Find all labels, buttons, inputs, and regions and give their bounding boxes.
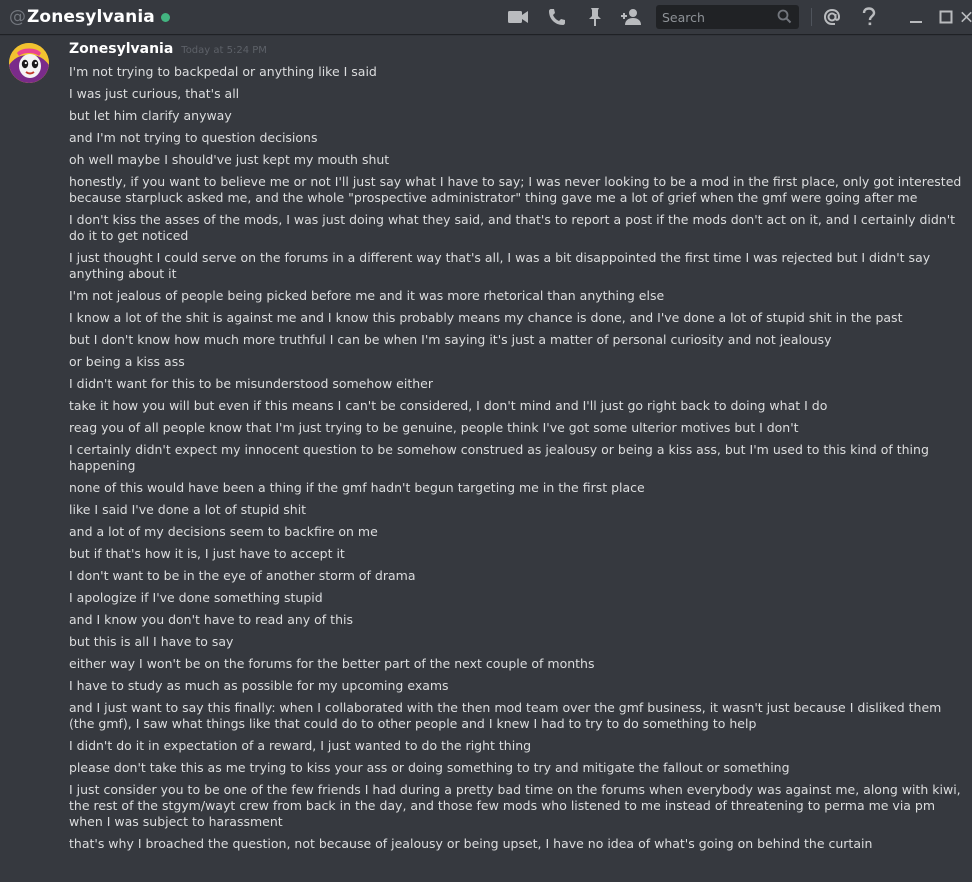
maximize-icon[interactable] — [934, 5, 958, 29]
message-line: I'm not jealous of people being picked b… — [69, 288, 665, 303]
message-line: but I don't know how much more truthful … — [69, 332, 832, 347]
pin-icon[interactable] — [583, 5, 607, 29]
search-input[interactable] — [656, 9, 774, 25]
message-line: but if that's how it is, I just have to … — [69, 546, 345, 561]
author-name[interactable]: Zonesylvania — [69, 41, 173, 57]
message-line: I certainly didn't expect my innocent qu… — [69, 442, 929, 473]
minimize-icon[interactable] — [904, 5, 928, 29]
search-box[interactable] — [656, 5, 799, 29]
message-line: I just thought I could serve on the foru… — [69, 250, 931, 281]
message-line: I apologize if I've done something stupi… — [69, 590, 323, 605]
message-line: I didn't do it in expectation of a rewar… — [69, 738, 532, 753]
close-icon[interactable] — [961, 5, 972, 29]
message-list[interactable]: Zonesylvania Today at 5:24 PM I'm not tr… — [0, 34, 972, 882]
message-line: I just consider you to be one of the few… — [69, 782, 961, 829]
message-line: please don't take this as me trying to k… — [69, 760, 790, 775]
message-line: oh well maybe I should've just kept my m… — [69, 152, 390, 167]
voice-call-icon[interactable] — [545, 5, 569, 29]
message-line: but let him clarify anyway — [69, 108, 232, 123]
message-line: I don't want to be in the eye of another… — [69, 568, 416, 583]
message-line: I was just curious, that's all — [69, 86, 240, 101]
message-content-list: I'm not trying to backpedal or anything … — [69, 64, 964, 858]
message-line: I didn't want for this to be misundersto… — [69, 376, 433, 391]
message-line: and a lot of my decisions seem to backfi… — [69, 524, 378, 539]
message-line: none of this would have been a thing if … — [69, 480, 645, 495]
help-icon[interactable] — [857, 5, 881, 29]
channel-name[interactable]: Zonesylvania — [27, 7, 155, 27]
message-line: and I know you don't have to read any of… — [69, 612, 353, 627]
message-timestamp: Today at 5:24 PM — [181, 45, 267, 56]
message-line: honestly, if you want to believe me or n… — [69, 174, 962, 205]
message-line: I don't kiss the asses of the mods, I wa… — [69, 212, 956, 243]
at-symbol: @ — [9, 7, 26, 27]
message-line: reag you of all people know that I'm jus… — [69, 420, 799, 435]
mention-icon[interactable] — [820, 5, 844, 29]
avatar[interactable] — [9, 43, 49, 83]
message-line: and I just want to say this finally: whe… — [69, 700, 942, 731]
online-status-icon — [160, 13, 170, 22]
channel-header: @ Zonesylvania — [0, 0, 972, 34]
video-call-icon[interactable] — [506, 5, 530, 29]
header-divider — [811, 8, 812, 26]
message-line: either way I won't be on the forums for … — [69, 656, 595, 671]
message-line: take it how you will but even if this me… — [69, 398, 828, 413]
add-friend-icon[interactable] — [620, 5, 644, 29]
message-line: that's why I broached the question, not … — [69, 836, 873, 851]
message-line: I know a lot of the shit is against me a… — [69, 310, 903, 325]
message-header: Zonesylvania Today at 5:24 PM — [69, 41, 267, 57]
message-line: I have to study as much as possible for … — [69, 678, 449, 693]
message-line: or being a kiss ass — [69, 354, 185, 369]
message-line: but this is all I have to say — [69, 634, 234, 649]
search-icon — [777, 9, 792, 28]
message-line: I'm not trying to backpedal or anything … — [69, 64, 377, 79]
message-line: and I'm not trying to question decisions — [69, 130, 318, 145]
message-line: like I said I've done a lot of stupid sh… — [69, 502, 307, 517]
